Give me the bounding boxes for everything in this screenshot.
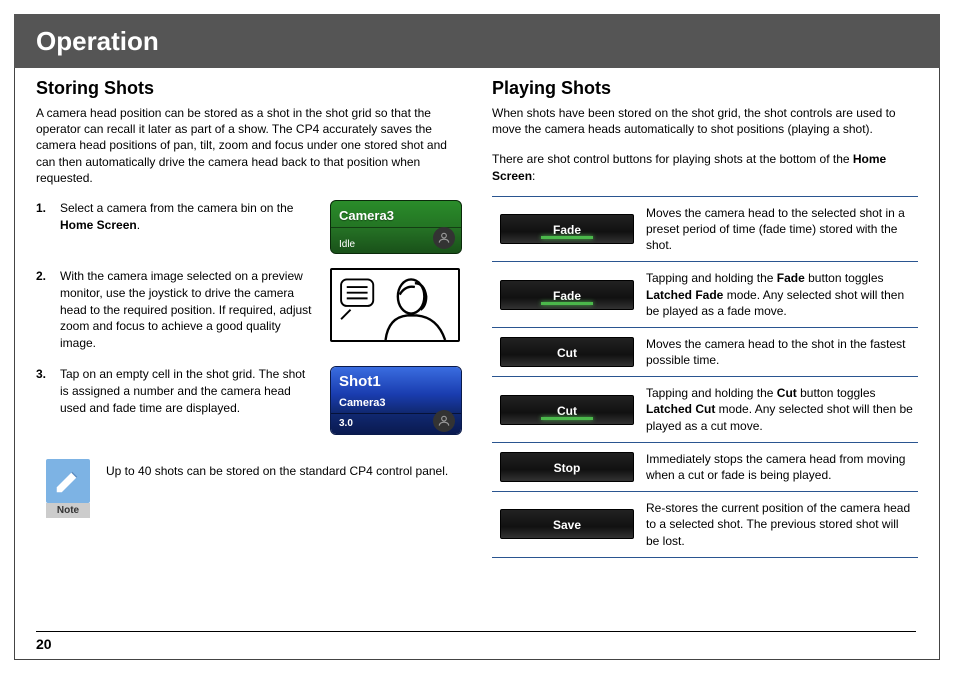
button-cell: Fade <box>492 262 642 328</box>
note-label: Note <box>46 503 90 518</box>
step-1-figure: Camera3 Idle <box>330 200 462 254</box>
button-cell: Cut <box>492 377 642 443</box>
step-text: With the camera image selected on a prev… <box>60 268 320 352</box>
camera-name: Camera3 <box>331 201 461 227</box>
button-cell: Stop <box>492 442 642 491</box>
intro2-post: : <box>532 169 535 183</box>
page-number: 20 <box>36 631 916 652</box>
step-number: 2. <box>36 268 50 352</box>
step-text-bold: Home Screen <box>60 218 137 232</box>
intro2-pre: There are shot control buttons for playi… <box>492 152 853 166</box>
button-table: Fade Moves the camera head to the selecte… <box>492 196 918 558</box>
fade-button: Fade <box>500 280 634 310</box>
content-area: Storing Shots A camera head position can… <box>36 78 918 634</box>
section-title-storing: Storing Shots <box>36 78 462 99</box>
header-bar: Operation <box>14 14 940 68</box>
page-title: Operation <box>36 26 159 57</box>
step-1: 1. Select a camera from the camera bin o… <box>36 200 462 254</box>
section-title-playing: Playing Shots <box>492 78 918 99</box>
step-text-post: . <box>137 218 140 232</box>
step-text: Select a camera from the camera bin on t… <box>60 200 320 254</box>
camera-icon <box>433 227 455 249</box>
button-cell: Cut <box>492 327 642 376</box>
step-2-figure <box>330 268 462 352</box>
shot-name: Shot1 <box>331 367 461 394</box>
step-2: 2. With the camera image selected on a p… <box>36 268 462 352</box>
table-row: Cut Tapping and holding the Cut button to… <box>492 377 918 443</box>
step-number: 1. <box>36 200 50 254</box>
table-row: Cut Moves the camera head to the shot in … <box>492 327 918 376</box>
description-cell: Immediately stops the camera head from m… <box>642 442 918 491</box>
description-cell: Re-stores the current position of the ca… <box>642 492 918 558</box>
stop-button: Stop <box>500 452 634 482</box>
note-icon-box: Note <box>46 459 90 518</box>
fade-button: Fade <box>500 214 634 244</box>
right-column: Playing Shots When shots have been store… <box>492 78 918 634</box>
save-button: Save <box>500 509 634 539</box>
description-cell: Tapping and holding the Cut button toggl… <box>642 377 918 443</box>
note-row: Note Up to 40 shots can be stored on the… <box>46 459 462 518</box>
camera-thumbnail: Camera3 Idle <box>330 200 462 254</box>
note-text: Up to 40 shots can be stored on the stan… <box>106 459 448 480</box>
shot-thumbnail: Shot1 Camera3 3.0 <box>330 366 462 435</box>
table-row: Save Re-stores the current position of th… <box>492 492 918 558</box>
note-pencil-icon <box>46 459 90 503</box>
table-row: Fade Moves the camera head to the selecte… <box>492 196 918 262</box>
playing-intro-2: There are shot control buttons for playi… <box>492 151 918 183</box>
step-number: 3. <box>36 366 50 435</box>
step-3-figure: Shot1 Camera3 3.0 <box>330 366 462 435</box>
playing-intro: When shots have been stored on the shot … <box>492 105 918 137</box>
monitor-illustration <box>330 268 460 342</box>
button-cell: Fade <box>492 196 642 262</box>
table-row: Stop Immediately stops the camera head fr… <box>492 442 918 491</box>
table-row: Fade Tapping and holding the Fade button … <box>492 262 918 328</box>
description-cell: Tapping and holding the Fade button togg… <box>642 262 918 328</box>
cut-button: Cut <box>500 337 634 367</box>
step-3: 3. Tap on an empty cell in the shot grid… <box>36 366 462 435</box>
step-text: Tap on an empty cell in the shot grid. T… <box>60 366 320 435</box>
cut-button: Cut <box>500 395 634 425</box>
button-cell: Save <box>492 492 642 558</box>
description-cell: Moves the camera head to the shot in the… <box>642 327 918 376</box>
step-text-pre: Select a camera from the camera bin on t… <box>60 201 293 215</box>
steps-list: 1. Select a camera from the camera bin o… <box>36 200 462 435</box>
description-cell: Moves the camera head to the selected sh… <box>642 196 918 262</box>
left-column: Storing Shots A camera head position can… <box>36 78 462 634</box>
storing-intro: A camera head position can be stored as … <box>36 105 462 186</box>
